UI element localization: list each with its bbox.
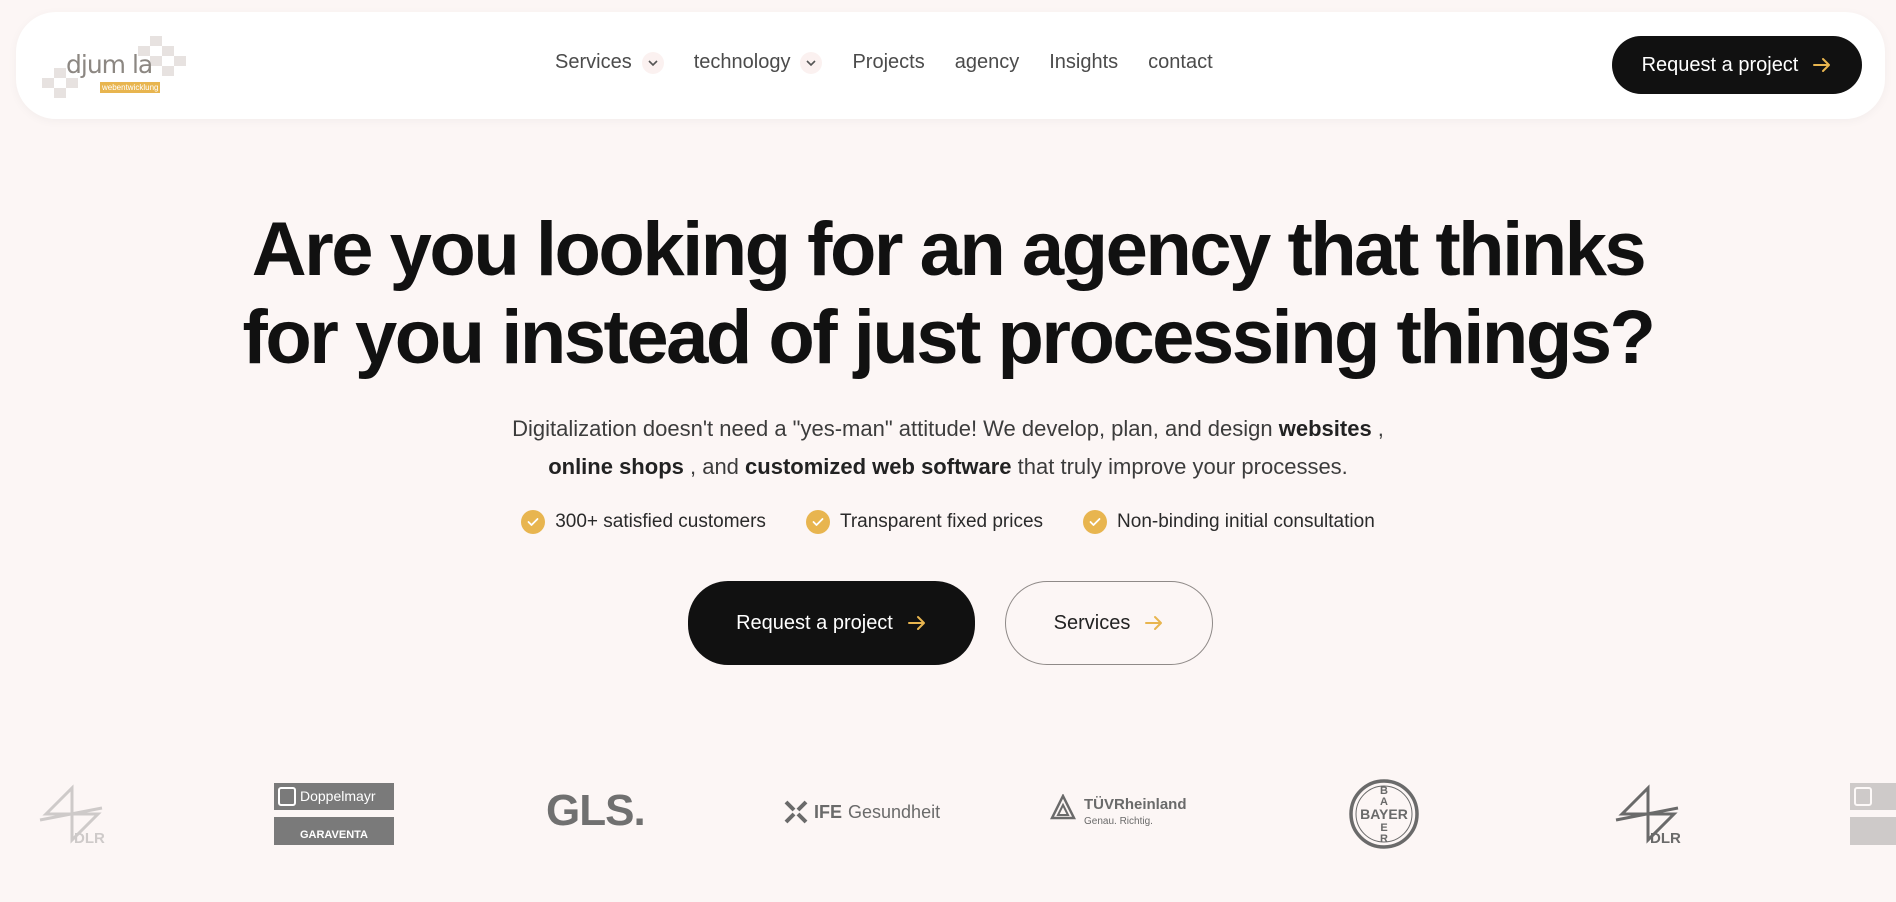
bayer-logo: BAYER B A E R bbox=[1348, 778, 1420, 850]
svg-text:R: R bbox=[1380, 833, 1388, 845]
feature-item: Transparent fixed prices bbox=[805, 510, 1044, 534]
hero-request-project-button[interactable]: Request a project bbox=[688, 581, 975, 665]
dlr-label: DLR bbox=[1650, 830, 1681, 847]
site-header: djum la webentwicklung Services technolo… bbox=[16, 12, 1885, 119]
subtitle-emphasis-websites: websites bbox=[1278, 416, 1372, 441]
tuv-label: TÜVRheinland bbox=[1084, 796, 1187, 813]
dlr-logo: DLR bbox=[1612, 784, 1684, 849]
dlr-label: DLR bbox=[74, 830, 105, 847]
nav-label: contact bbox=[1148, 51, 1213, 73]
nav-item-agency[interactable]: agency bbox=[955, 51, 1020, 74]
button-label: Services bbox=[1053, 611, 1131, 634]
feature-label: Transparent fixed prices bbox=[839, 511, 1044, 532]
subtitle-text: that truly improve your processes. bbox=[1011, 454, 1348, 479]
garaventa-label: GARAVENTA bbox=[299, 829, 369, 841]
tuv-sub-label: Genau. Richtig. bbox=[1084, 816, 1153, 827]
hero-subtitle: Digitalization doesn't need a "yes-man" … bbox=[0, 410, 1896, 486]
nav-item-contact[interactable]: contact bbox=[1148, 51, 1212, 74]
nav-item-insights[interactable]: Insights bbox=[1049, 51, 1118, 74]
arrow-right-icon bbox=[907, 615, 927, 631]
nav-label: agency bbox=[954, 51, 1020, 73]
ife-label: IFE bbox=[814, 801, 843, 822]
arrow-right-icon bbox=[1812, 57, 1832, 73]
request-project-button[interactable]: Request a project bbox=[1612, 36, 1862, 94]
feature-label: 300+ satisfied customers bbox=[555, 511, 766, 532]
nav-label: Services bbox=[555, 51, 632, 73]
gls-logo: GLS. bbox=[546, 786, 646, 836]
subtitle-text: , bbox=[1371, 416, 1384, 441]
button-label: Request a project bbox=[1641, 53, 1799, 76]
hero-title: Are you looking for an agency that think… bbox=[0, 206, 1896, 382]
check-icon bbox=[521, 510, 546, 534]
ife-mark-icon bbox=[784, 800, 808, 824]
nav-item-technology[interactable]: technology bbox=[694, 51, 823, 74]
doppelmayr-garaventa-logo bbox=[1850, 783, 1896, 845]
nav-item-projects[interactable]: Projects bbox=[852, 51, 924, 74]
check-icon bbox=[805, 510, 830, 534]
tuv-triangle-icon bbox=[1050, 794, 1076, 820]
nav-label: Projects bbox=[852, 51, 925, 73]
ife-gesundheit-logo: IFE Gesundheit bbox=[784, 800, 940, 824]
logo-tagline: webentwicklung bbox=[100, 82, 161, 93]
check-icon bbox=[1083, 510, 1108, 534]
doppelmayr-label: Doppelmayr bbox=[300, 788, 376, 804]
chevron-down-icon[interactable] bbox=[800, 51, 823, 74]
nav-label: Insights bbox=[1049, 51, 1119, 73]
subtitle-emphasis-web-software: customized web software bbox=[745, 454, 1012, 479]
feature-item: 300+ satisfied customers bbox=[521, 510, 766, 534]
feature-item: Non-binding initial consultation bbox=[1083, 510, 1375, 534]
logo-wordmark: djum la bbox=[66, 50, 153, 79]
dlr-logo: DLR bbox=[36, 784, 108, 849]
subtitle-text: Digitalization doesn't need a "yes-man" … bbox=[512, 416, 1279, 441]
doppelmayr-garaventa-logo: Doppelmayr GARAVENTA bbox=[274, 783, 394, 845]
tuv-rheinland-logo: TÜVRheinland Genau. Richtig. bbox=[1050, 794, 1200, 834]
subtitle-text: , and bbox=[683, 454, 746, 479]
button-label: Request a project bbox=[736, 611, 893, 634]
feature-label: Non-binding initial consultation bbox=[1117, 511, 1375, 532]
chevron-down-icon[interactable] bbox=[641, 51, 664, 74]
gls-label: GLS. bbox=[546, 786, 646, 835]
hero-title-line-1: Are you looking for an agency that think… bbox=[251, 207, 1647, 292]
svg-text:BAYER: BAYER bbox=[1360, 806, 1408, 822]
nav-item-services[interactable]: Services bbox=[555, 51, 664, 74]
main-nav: Services technology Projects agency Insi… bbox=[555, 51, 1213, 74]
client-logo-strip: DLR Doppelmayr GARAVENTA GLS. IFE Gesund… bbox=[0, 770, 1896, 870]
feature-list: 300+ satisfied customers Transparent fix… bbox=[0, 510, 1896, 534]
hero-services-button[interactable]: Services bbox=[1005, 581, 1213, 665]
djumla-logo[interactable]: djum la webentwicklung bbox=[42, 36, 202, 108]
arrow-right-icon bbox=[1144, 615, 1164, 631]
nav-label: technology bbox=[693, 51, 791, 73]
ife-sub-label: Gesundheit bbox=[848, 801, 941, 822]
hero-title-line-2: for you instead of just processing thing… bbox=[242, 295, 1656, 380]
subtitle-emphasis-online-shops: online shops bbox=[548, 454, 684, 479]
svg-text:A: A bbox=[1380, 796, 1388, 808]
